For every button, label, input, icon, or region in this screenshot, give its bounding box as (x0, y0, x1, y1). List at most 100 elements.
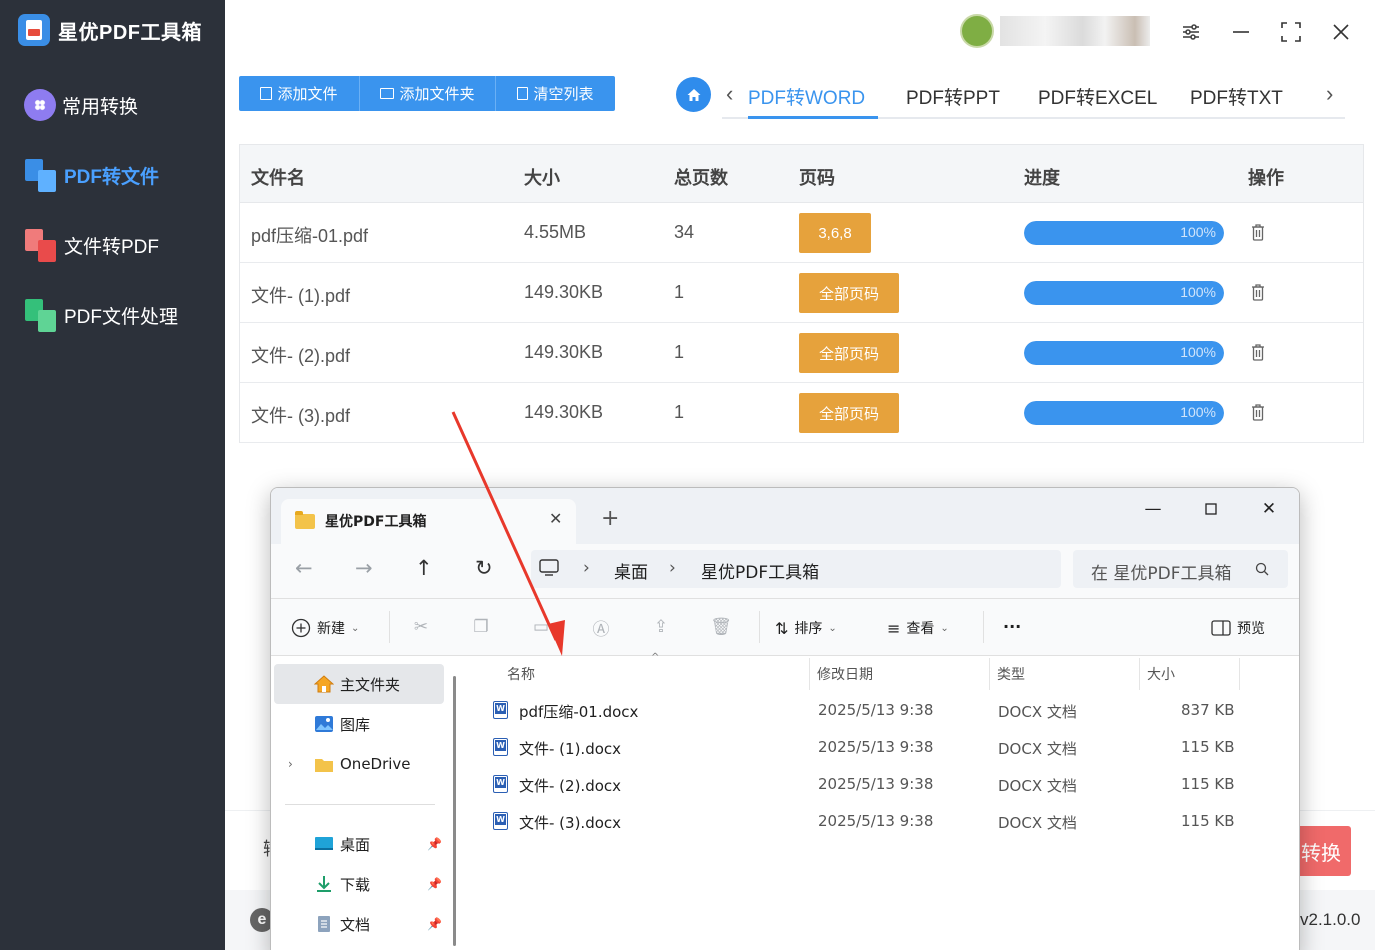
home-button[interactable] (676, 77, 711, 112)
view-list-icon: ≡ (887, 618, 901, 638)
desktop-icon (315, 837, 333, 850)
delete-icon[interactable] (1251, 284, 1265, 301)
expand-chevron-icon[interactable]: › (288, 757, 293, 771)
file-list: 名称 ^ 修改日期 类型 大小 pdf压缩-01.docx 2025/5/13 9… (467, 652, 1299, 950)
explorer-tab[interactable]: 星优PDF工具箱 ✕ (281, 499, 576, 544)
pin-icon[interactable]: 📌 (427, 917, 442, 931)
explorer-maximize-icon[interactable] (1191, 494, 1231, 524)
col-name-header[interactable]: 名称 (507, 664, 535, 684)
app-title: 星优PDF工具箱 (58, 21, 202, 44)
chevron-right-icon[interactable]: › (1326, 81, 1333, 107)
add-folder-button[interactable]: 添加文件夹 (360, 76, 496, 111)
minimize-icon[interactable] (1225, 16, 1257, 48)
file-type: DOCX 文档 (998, 703, 1077, 721)
search-placeholder: 在 星优PDF工具箱 (1091, 564, 1232, 584)
pin-icon[interactable]: 📌 (427, 877, 442, 891)
page-range-button[interactable]: 全部页码 (799, 273, 899, 313)
col-type-header[interactable]: 类型 (997, 664, 1025, 684)
pdf-process-icon (24, 298, 58, 332)
breadcrumb-desktop[interactable]: 桌面 (614, 558, 648, 583)
progress-label: 100% (1180, 284, 1216, 300)
list-item[interactable]: 文件- (3).docx 2025/5/13 9:38 DOCX 文档 115 KB (491, 807, 1281, 844)
forward-arrow-icon[interactable]: → (355, 556, 373, 580)
gallery-icon (315, 716, 333, 732)
share-icon[interactable]: ⇪ (651, 617, 671, 637)
tab-close-icon[interactable]: ✕ (549, 509, 562, 528)
clear-list-button[interactable]: 清空列表 (496, 76, 615, 111)
table-row: pdf压缩-01.pdf 4.55MB 34 3,6,8 100% (240, 203, 1363, 263)
avatar[interactable] (960, 14, 994, 48)
nav-gallery[interactable]: 图库 (274, 704, 444, 744)
list-item[interactable]: pdf压缩-01.docx 2025/5/13 9:38 DOCX 文档 837 KB (491, 696, 1281, 733)
clear-list-label: 清空列表 (533, 86, 594, 103)
up-arrow-icon[interactable]: ↑ (415, 556, 433, 580)
view-button[interactable]: ≡ 查看 ⌄ (887, 618, 949, 638)
pin-icon[interactable]: 📌 (427, 837, 442, 851)
preview-button[interactable]: 预览 (1211, 618, 1265, 638)
page-range-button[interactable]: 全部页码 (799, 393, 899, 433)
delete-icon[interactable] (1251, 344, 1265, 361)
delete-icon[interactable] (1251, 404, 1265, 421)
grid-icon (24, 89, 56, 121)
progress-bar: 100% (1024, 221, 1224, 245)
delete-icon[interactable] (1251, 224, 1265, 241)
page-range-button[interactable]: 全部页码 (799, 333, 899, 373)
nav-documents-label: 文档 (340, 915, 371, 934)
col-size-header[interactable]: 大小 (1147, 664, 1175, 684)
rename-icon[interactable]: Ⓐ (591, 617, 611, 640)
command-bar: 新建 ⌄ ✂ ❐ ▭ Ⓐ ⇪ 🗑 ⇅ 排序 ⌄ ≡ 查看 ⌄ ... 预览 (271, 598, 1299, 656)
file-name: 文件- (3).pdf (251, 406, 351, 426)
col-date-header[interactable]: 修改日期 (817, 664, 873, 684)
file-name: 文件- (1).docx (519, 740, 622, 758)
tab-pdf-to-ppt[interactable]: PDF转PPT (906, 83, 1000, 110)
tab-pdf-to-txt[interactable]: PDF转TXT (1190, 83, 1283, 110)
sort-button[interactable]: ⇅ 排序 ⌄ (775, 618, 837, 638)
sidebar-item-common-convert[interactable]: 常用转换 (24, 89, 138, 121)
copy-icon[interactable]: ❐ (471, 617, 491, 637)
file-table: 文件名 大小 总页数 页码 进度 操作 pdf压缩-01.pdf 4.55MB 34… (239, 144, 1364, 443)
sort-icon: ⇅ (775, 618, 789, 638)
sidebar-item-file-to-pdf[interactable]: 文件转PDF (24, 228, 159, 262)
progress-bar: 100% (1024, 341, 1224, 365)
add-file-button[interactable]: 添加文件 (239, 76, 360, 111)
tab-pdf-to-word[interactable]: PDF转WORD (748, 83, 865, 110)
nav-documents[interactable]: 文档 📌 (274, 904, 444, 944)
username-blurred (1000, 16, 1150, 46)
address-bar[interactable]: › 桌面 › 星优PDF工具箱 (531, 550, 1061, 588)
refresh-icon[interactable]: ↻ (475, 556, 493, 580)
explorer-close-icon[interactable]: ✕ (1249, 494, 1289, 524)
total-pages: 34 (674, 222, 695, 242)
sidebar-item-pdf-process[interactable]: PDF文件处理 (24, 298, 178, 332)
nav-downloads[interactable]: 下载 📌 (274, 864, 444, 904)
folder-icon (315, 759, 333, 772)
nav-desktop[interactable]: 桌面 📌 (274, 824, 444, 864)
chevron-left-icon[interactable]: ‹ (726, 81, 733, 107)
settings-sliders-icon[interactable] (1175, 16, 1207, 48)
delete-icon[interactable]: 🗑 (710, 617, 732, 637)
file-size: 115 KB (1181, 738, 1235, 756)
back-arrow-icon[interactable]: ← (295, 556, 313, 580)
nav-home[interactable]: 主文件夹 (274, 664, 444, 704)
more-options-button[interactable]: ... (1003, 613, 1021, 632)
sidebar-item-pdf-to-file[interactable]: PDF转文件 (24, 158, 159, 192)
progress-bar: 100% (1024, 281, 1224, 305)
paste-icon[interactable]: ▭ (531, 617, 551, 637)
breadcrumb-folder[interactable]: 星优PDF工具箱 (701, 558, 819, 583)
list-item[interactable]: 文件- (2).docx 2025/5/13 9:38 DOCX 文档 115 KB (491, 770, 1281, 807)
cut-icon[interactable]: ✂ (411, 617, 431, 637)
list-item[interactable]: 文件- (1).docx 2025/5/13 9:38 DOCX 文档 115 KB (491, 733, 1281, 770)
new-tab-icon[interactable]: + (601, 506, 619, 531)
nav-onedrive[interactable]: › OneDrive (274, 744, 444, 784)
file-size: 115 KB (1181, 775, 1235, 793)
file-name: 文件- (3).docx (519, 814, 622, 832)
maximize-icon[interactable] (1275, 16, 1307, 48)
page-range-button[interactable]: 3,6,8 (799, 213, 871, 253)
search-box[interactable]: 在 星优PDF工具箱 (1073, 550, 1288, 588)
tab-pdf-to-excel[interactable]: PDF转EXCEL (1038, 83, 1157, 110)
nav-scrollbar[interactable] (453, 676, 456, 946)
file-to-pdf-icon (24, 228, 58, 262)
new-button[interactable]: 新建 ⌄ (291, 618, 359, 638)
explorer-minimize-icon[interactable]: — (1133, 494, 1173, 524)
close-icon[interactable] (1325, 16, 1357, 48)
explorer-navbar: ← → ↑ ↻ › 桌面 › 星优PDF工具箱 在 星优PDF工具箱 (271, 544, 1299, 598)
